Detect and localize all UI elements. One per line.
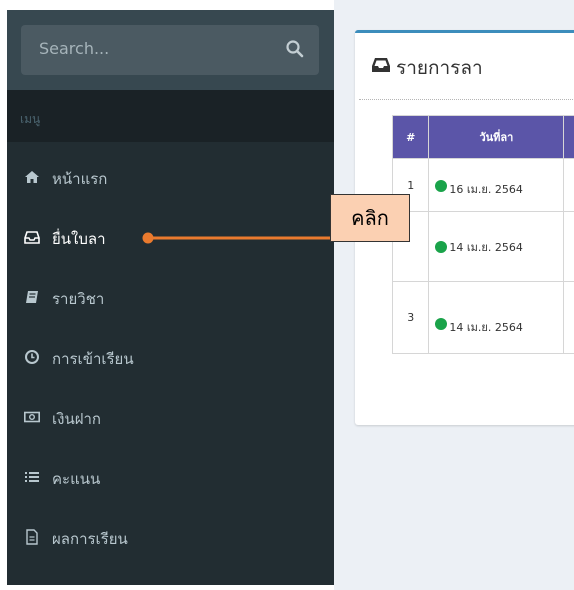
click-callout: คลิก — [330, 194, 410, 242]
callout-connector — [142, 232, 330, 244]
callout-text: คลิก — [351, 206, 389, 230]
